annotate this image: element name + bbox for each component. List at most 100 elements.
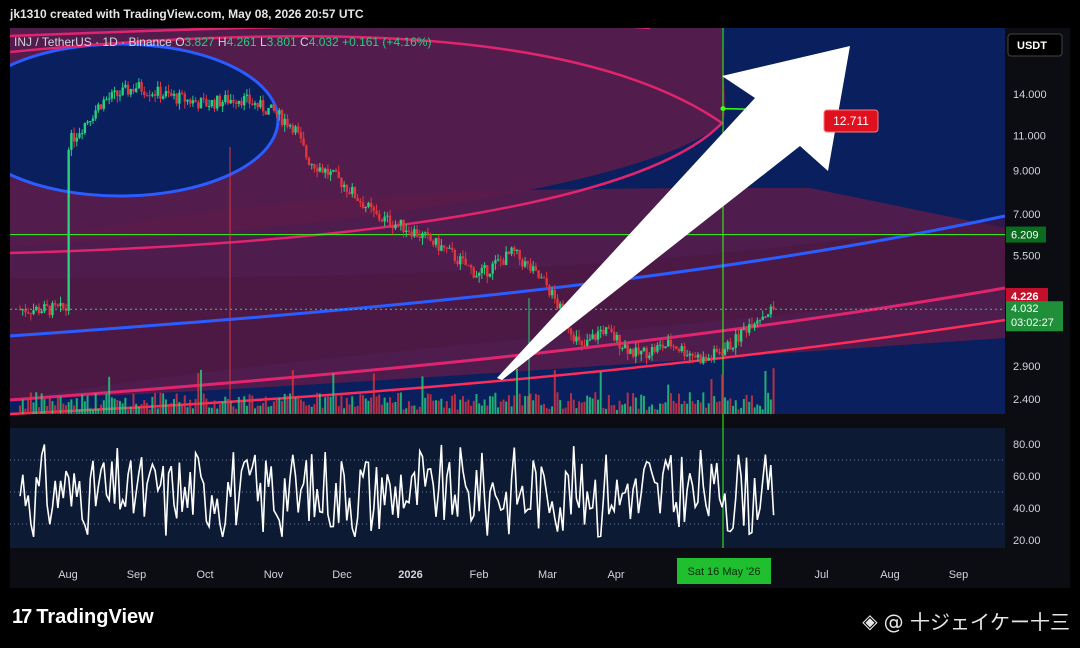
volume-bar bbox=[510, 406, 513, 414]
candle-body bbox=[156, 86, 159, 96]
candle-body bbox=[332, 169, 335, 172]
candle-body bbox=[648, 355, 651, 359]
candle-body bbox=[715, 348, 719, 352]
volume-bar bbox=[140, 404, 143, 414]
candle-body bbox=[340, 177, 343, 188]
volume-bar bbox=[343, 408, 346, 414]
volume-bar bbox=[75, 398, 78, 414]
candle-body bbox=[731, 347, 735, 350]
volume-bar bbox=[389, 397, 392, 414]
candle-body bbox=[631, 349, 635, 357]
candle-body bbox=[256, 103, 259, 108]
volume-bar bbox=[83, 401, 86, 414]
candle-body bbox=[753, 323, 756, 328]
volume-bar bbox=[210, 407, 213, 414]
candle-body bbox=[496, 259, 500, 261]
volume-bar bbox=[78, 409, 81, 414]
candle-body bbox=[594, 334, 597, 340]
candle-body bbox=[361, 202, 365, 209]
volume-bar bbox=[245, 405, 248, 414]
candle-body bbox=[459, 256, 462, 265]
volume-bar bbox=[575, 408, 578, 414]
volume-bar bbox=[648, 406, 651, 414]
candle-body bbox=[407, 230, 411, 232]
candle-body bbox=[550, 289, 554, 296]
candle-body bbox=[161, 96, 165, 99]
volume-bar bbox=[664, 402, 667, 414]
candle-body bbox=[504, 251, 508, 265]
candle-body bbox=[580, 340, 583, 346]
candle-body bbox=[629, 349, 632, 354]
candle-body bbox=[197, 102, 200, 109]
candle-body bbox=[405, 230, 408, 232]
volume-bar bbox=[272, 401, 275, 414]
time-tick-label: Nov bbox=[264, 569, 284, 581]
candle-body bbox=[453, 249, 457, 261]
volume-bar bbox=[418, 406, 421, 414]
volume-bar bbox=[578, 401, 581, 414]
volume-bar bbox=[526, 396, 529, 414]
chart-frame[interactable]: 12.71118.00014.00011.0009.0007.0005.5002… bbox=[0, 22, 1070, 588]
candle-body bbox=[712, 348, 716, 359]
time-tick-label: Aug bbox=[880, 569, 900, 581]
volume-bar bbox=[767, 392, 770, 414]
candle-body bbox=[440, 245, 443, 251]
candle-body bbox=[577, 336, 581, 341]
volume-bar bbox=[326, 396, 329, 414]
volume-bar bbox=[602, 408, 605, 414]
candle-body bbox=[464, 258, 467, 266]
candle-body bbox=[488, 273, 492, 277]
candle-body bbox=[210, 100, 214, 107]
volume-bar bbox=[675, 403, 678, 414]
volume-bar bbox=[559, 399, 562, 414]
volume-bar bbox=[678, 393, 681, 414]
volume-bar bbox=[705, 407, 708, 414]
price-tick-label: 14.000 bbox=[1013, 89, 1047, 101]
volume-bar bbox=[162, 393, 165, 414]
candle-body bbox=[59, 302, 62, 306]
volume-bar bbox=[721, 374, 724, 414]
volume-bar bbox=[764, 371, 767, 414]
volume-bar bbox=[40, 393, 43, 414]
candle-body bbox=[342, 184, 346, 188]
candle-body bbox=[642, 347, 646, 351]
legend-part: 4.032 bbox=[309, 35, 342, 49]
candle-body bbox=[604, 327, 608, 335]
volume-bar bbox=[715, 402, 718, 414]
volume-bar bbox=[370, 397, 373, 414]
candle-body bbox=[742, 328, 746, 330]
volume-bar bbox=[224, 396, 227, 414]
volume-bar bbox=[102, 400, 105, 414]
candle-body bbox=[391, 225, 394, 229]
target-dot bbox=[720, 106, 726, 112]
volume-bar bbox=[723, 397, 726, 414]
candle-body bbox=[37, 306, 41, 314]
cursor-date-label: Sat 16 May '26 bbox=[687, 566, 760, 578]
volume-bar bbox=[680, 404, 683, 414]
volume-bar bbox=[472, 400, 475, 414]
candle-body bbox=[310, 164, 313, 166]
price-chart[interactable]: 12.71118.00014.00011.0009.0007.0005.5002… bbox=[0, 22, 1070, 588]
candle-body bbox=[521, 259, 524, 267]
volume-bar bbox=[742, 399, 745, 414]
volume-bar bbox=[594, 392, 597, 414]
candle-body bbox=[569, 328, 573, 335]
volume-bar bbox=[591, 398, 594, 414]
candle-body bbox=[299, 132, 303, 139]
volume-bar bbox=[353, 406, 356, 414]
volume-bar bbox=[521, 405, 524, 414]
tradingview-logo[interactable]: 17 TradingView bbox=[12, 606, 154, 629]
candle-body bbox=[769, 306, 773, 315]
candle-body bbox=[723, 349, 727, 355]
volume-bar bbox=[426, 393, 429, 414]
volume-bar bbox=[494, 392, 497, 414]
volume-bar bbox=[613, 404, 616, 414]
volume-bar bbox=[24, 408, 27, 414]
candle-body bbox=[75, 137, 78, 142]
volume-bar bbox=[632, 393, 635, 414]
candle-body bbox=[680, 346, 683, 352]
legend-part: +0.161 (+4.16%) bbox=[342, 35, 431, 49]
volume-bar bbox=[124, 397, 127, 414]
volume-bar bbox=[291, 370, 294, 414]
volume-bar bbox=[445, 401, 448, 414]
